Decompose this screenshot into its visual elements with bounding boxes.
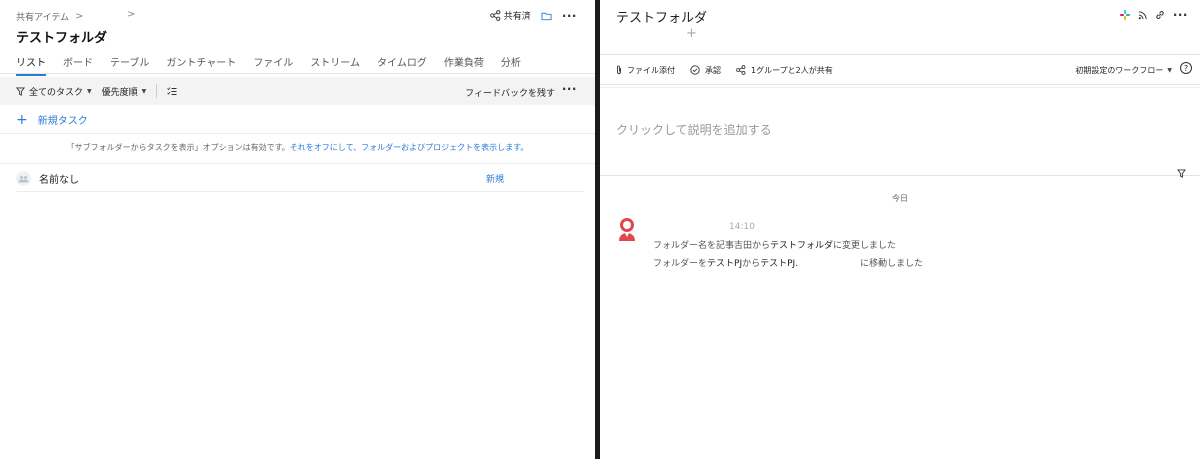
- share-icon: [736, 65, 746, 75]
- attach-file-button[interactable]: ファイル添付: [616, 65, 675, 76]
- activity-text: フォルダー名を記事吉田から: [653, 241, 771, 251]
- toolbar-divider-2: [600, 87, 1200, 88]
- view-tabs: リスト ボード テーブル ガントチャート ファイル ストリーム タイムログ 作業…: [16, 54, 521, 76]
- sort-dropdown[interactable]: 優先度順 ▼: [102, 85, 147, 98]
- activity-text: に移動しました: [860, 259, 924, 269]
- notice-text: 「サブフォルダーからタスクを表示」オプションは有効です。: [66, 143, 290, 152]
- item-name: 名前なし: [39, 175, 79, 186]
- row-divider: [16, 191, 584, 192]
- new-task-button[interactable]: + 新規タスク: [16, 111, 88, 128]
- tab-timelog[interactable]: タイムログ: [377, 54, 427, 75]
- plus-icon: +: [16, 111, 28, 128]
- workflow-label: 初期設定のワークフロー: [1075, 66, 1164, 75]
- rss-icon[interactable]: [1138, 10, 1147, 20]
- activity-rename: フォルダー名を記事吉田からテストフォルダに変更しました: [653, 238, 896, 251]
- tab-files[interactable]: ファイル: [253, 54, 293, 75]
- header-divider: [600, 54, 1200, 55]
- app-root: 共有アイテム > > テストフォルダ 共有済 ··· リスト ボード テーブル …: [0, 0, 1200, 459]
- paperclip-icon: [616, 65, 622, 75]
- tab-table[interactable]: テーブル: [110, 54, 149, 75]
- approval-label: 承認: [705, 65, 721, 75]
- description-field[interactable]: クリックして説明を追加する: [616, 121, 772, 138]
- list-toolbar: 全てのタスク ▼ 優先度順 ▼ フィードバックを残す ···: [0, 77, 595, 105]
- toolbar-divider: [156, 84, 158, 98]
- notice-link[interactable]: それをオフにして、フォルダーおよびプロジェクトを表示します。: [290, 143, 529, 152]
- filter-icon: [16, 86, 25, 96]
- sort-label: 優先度順: [101, 87, 138, 98]
- activity-folder-name: テストフォルダ: [770, 241, 834, 251]
- status-badge[interactable]: 新規: [486, 172, 504, 185]
- tab-board[interactable]: ボード: [63, 54, 93, 75]
- row-divider: [0, 163, 595, 164]
- detail-toolbar: ファイル添付 承認 1グループと2人が共有 初期設定のワークフロー ▼ ?: [600, 59, 1200, 81]
- check-circle-icon: [690, 65, 700, 75]
- workflow-dropdown[interactable]: 初期設定のワークフロー ▼: [1075, 65, 1172, 76]
- attach-label: ファイル添付: [627, 65, 675, 75]
- breadcrumb-separator: >: [75, 11, 84, 22]
- tabs-divider: [0, 73, 595, 74]
- all-tasks-label: 全てのタスク: [29, 87, 84, 98]
- new-task-label: 新規タスク: [37, 116, 88, 127]
- list-item[interactable]: 名前なし 新規: [16, 171, 583, 186]
- toolbar-divider: [600, 84, 1200, 85]
- share-label: 共有済: [503, 12, 531, 22]
- share-icon: [489, 10, 501, 21]
- chevron-down-icon: ▼: [87, 87, 92, 95]
- tab-gantt[interactable]: ガントチャート: [166, 54, 236, 75]
- activity-text: から: [742, 259, 761, 269]
- breadcrumb-root[interactable]: 共有アイテム: [16, 10, 69, 23]
- shared-with-button[interactable]: 1グループと2人が共有: [736, 65, 833, 76]
- subfolder-notice: 「サブフォルダーからタスクを表示」オプションは有効です。それをオフにして、フォル…: [0, 142, 595, 153]
- all-tasks-filter[interactable]: 全てのタスク ▼: [16, 85, 92, 98]
- row-divider: [0, 133, 595, 134]
- approval-button[interactable]: 承認: [690, 65, 721, 76]
- tab-workload[interactable]: 作業負荷: [444, 54, 484, 75]
- toolbar-more-icon[interactable]: ···: [562, 83, 577, 95]
- date-separator: 今日: [892, 194, 908, 203]
- activity-target-project[interactable]: テストPJ.: [760, 259, 798, 269]
- slack-icon[interactable]: [1119, 10, 1130, 20]
- share-button[interactable]: 共有済: [489, 9, 531, 22]
- folder-detail-pane: テストフォルダ + ··· ファイル添付 承認 1グループと2人が共有 初期設定…: [600, 0, 1200, 459]
- detail-title[interactable]: テストフォルダ: [616, 7, 707, 26]
- feedback-link[interactable]: フィードバックを残す: [465, 86, 555, 99]
- tab-stream[interactable]: ストリーム: [310, 54, 360, 75]
- page-title[interactable]: テストフォルダ: [16, 27, 107, 46]
- chevron-down-icon: ▼: [141, 87, 147, 95]
- add-tag-button[interactable]: +: [686, 26, 697, 41]
- filter-icon[interactable]: [1177, 169, 1186, 178]
- detail-header-actions: ···: [1119, 9, 1188, 21]
- activity-text: フォルダーを: [653, 259, 708, 269]
- detail-more-icon[interactable]: ···: [1173, 9, 1188, 21]
- more-options-icon[interactable]: ···: [562, 10, 577, 22]
- help-icon[interactable]: ?: [1180, 62, 1192, 74]
- display-options-button[interactable]: [167, 86, 177, 96]
- tab-list[interactable]: リスト: [16, 54, 46, 76]
- checklist-icon: [167, 86, 177, 96]
- breadcrumb: 共有アイテム > >: [16, 9, 135, 23]
- group-avatar-icon: [16, 171, 31, 186]
- user-avatar-icon[interactable]: [617, 217, 637, 243]
- shared-label: 1グループと2人が共有: [751, 65, 833, 75]
- tab-analytics[interactable]: 分析: [501, 54, 521, 75]
- link-icon[interactable]: [1155, 10, 1165, 20]
- activity-text: に変更しました: [833, 241, 897, 251]
- folder-list-pane: 共有アイテム > > テストフォルダ 共有済 ··· リスト ボード テーブル …: [0, 0, 595, 459]
- activity-time: 14:10: [729, 222, 755, 232]
- folder-icon[interactable]: [541, 11, 552, 21]
- activity-move: フォルダーをテストPJからテストPJ. に移動しました: [653, 256, 923, 269]
- chevron-down-icon: ▼: [1167, 67, 1172, 74]
- breadcrumb-separator-2: >: [127, 9, 136, 20]
- activity-source-project[interactable]: テストPJ: [707, 259, 742, 269]
- header-actions: 共有済 ···: [489, 9, 577, 22]
- description-divider: [600, 175, 1200, 176]
